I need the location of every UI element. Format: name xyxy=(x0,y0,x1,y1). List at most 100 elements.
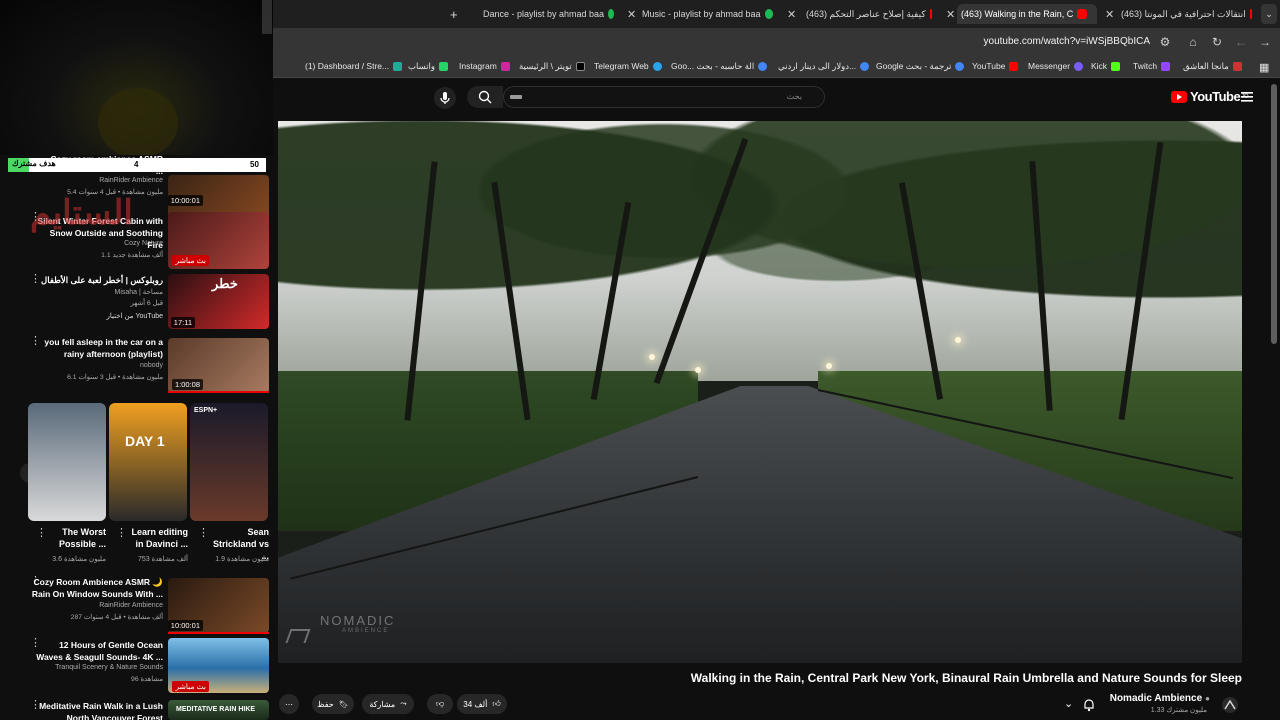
dislike-button[interactable]: 👎︎ xyxy=(427,694,453,714)
like-button[interactable]: 34 ألف 👍︎ xyxy=(457,694,507,714)
save-button[interactable]: حفظ 🔖︎ xyxy=(312,694,354,714)
search-input[interactable] xyxy=(503,86,825,108)
list-item[interactable]: ⋮ Cozy Room Ambience ASMR 🌙 Rain On Wind… xyxy=(0,576,273,636)
more-actions-button[interactable]: ⋯ xyxy=(279,694,299,714)
bookmark-item[interactable]: Goo... الة حاسبه - بحث xyxy=(671,61,768,72)
short-overlay-label: DAY 1 xyxy=(125,433,165,449)
bookmark-label: دولار الى دينار اردني... xyxy=(778,61,857,71)
chevron-down-icon[interactable]: ⌄ xyxy=(1064,697,1076,710)
duration-badge: 10:00:01 xyxy=(167,195,203,206)
bookmark-item[interactable]: Telegram Web xyxy=(594,61,662,71)
subscriber-count: 1.33 مليون مشترك xyxy=(1150,707,1207,714)
search-placeholder: بحث xyxy=(786,92,802,101)
bookmark-label: واتساب xyxy=(408,61,436,71)
bookmark-item[interactable]: Messenger xyxy=(1028,61,1084,71)
browser-tab[interactable]: (463) انتقالات احترافية في المونتا xyxy=(1121,4,1256,24)
video-watermark: NOMADIC xyxy=(320,613,396,628)
list-item[interactable]: ⋮ 12 Hours of Gentle Ocean Waves & Seagu… xyxy=(0,638,273,698)
channel-name: RainRider Ambience xyxy=(99,602,163,609)
more-vertical-icon[interactable]: ⋮ xyxy=(198,528,209,539)
channel-name[interactable]: Nomadic Ambience ● xyxy=(1110,693,1210,704)
forward-icon[interactable]: ← xyxy=(1233,34,1249,50)
close-tab-icon[interactable]: ✕ xyxy=(946,4,955,24)
close-tab-icon[interactable]: ✕ xyxy=(627,4,636,24)
bookmark-label: Messenger xyxy=(1028,61,1071,71)
more-vertical-icon[interactable]: ⋮ xyxy=(36,528,47,539)
bookmark-item[interactable]: (1) Dashboard / Stre... xyxy=(305,61,403,71)
short-thumbnail[interactable] xyxy=(28,403,106,521)
bookmark-item[interactable]: Google ترجمة - بحث xyxy=(876,61,965,72)
list-item[interactable]: ⋮ you fell asleep in the car on a rainy … xyxy=(0,336,273,396)
search-button[interactable] xyxy=(467,86,503,108)
bookmark-item[interactable]: واتساب xyxy=(408,61,449,72)
thumbnail-text: خطر xyxy=(212,276,238,291)
close-tab-icon[interactable]: ✕ xyxy=(1105,4,1114,24)
webcam-mic-stand xyxy=(262,0,272,34)
short-thumbnail[interactable]: DAY 1 xyxy=(109,403,187,521)
bookmark-label: Instagram xyxy=(459,61,497,71)
all-bookmarks-icon[interactable]: ▦ xyxy=(1259,61,1269,74)
bookmark-label: YouTube xyxy=(972,61,1006,71)
list-item[interactable]: ⋮ روبلوكس | أخطر لعبة على الأطفال Misaha… xyxy=(0,274,273,332)
bookmark-label: Twitch xyxy=(1133,61,1158,71)
bookmark-item[interactable]: Kick xyxy=(1091,61,1121,71)
keyboard-icon[interactable] xyxy=(510,95,522,99)
channel-name-text: Nomadic Ambience xyxy=(1109,693,1203,704)
bookmark-label: (1) Dashboard / Stre... xyxy=(305,61,390,71)
browser-tab[interactable]: Dance - playlist by ahmad baa xyxy=(483,4,618,24)
video-thumbnail[interactable]: MEDITATIVE RAIN HIKE xyxy=(168,700,269,720)
video-player[interactable]: NOMADIC AMBIENCE xyxy=(278,121,1242,663)
bookmark-item[interactable]: مانجا العاشق xyxy=(1183,61,1242,72)
video-title: Meditative Rain Walk in a Lush North Van… xyxy=(39,701,163,720)
tab-search-chevron-icon[interactable]: ⌄ xyxy=(1261,4,1277,24)
notification-bell-icon[interactable] xyxy=(1081,697,1097,713)
bookmark-item[interactable]: YouTube xyxy=(972,61,1019,71)
list-item[interactable]: ⋮ Meditative Rain Walk in a Lush North V… xyxy=(0,700,273,720)
voice-search-button[interactable] xyxy=(434,87,456,109)
channel-name: Tranquil Scenery & Nature Sounds xyxy=(55,664,163,671)
close-tab-icon[interactable]: ✕ xyxy=(787,4,796,24)
hamburger-menu-icon[interactable] xyxy=(1241,90,1255,102)
home-icon[interactable]: ⌂ xyxy=(1185,34,1201,50)
street-lamp xyxy=(955,337,961,343)
page-scrollbar[interactable] xyxy=(1271,84,1277,344)
bookmark-label: Google ترجمة - بحث xyxy=(876,61,952,71)
channel-name: RainRider Ambience xyxy=(99,177,163,184)
new-tab-button[interactable]: + xyxy=(450,4,468,24)
video-watermark-sub: AMBIENCE xyxy=(342,628,390,634)
duration-badge: 1:00:08 xyxy=(171,379,203,390)
bookmark-item[interactable]: Twitch xyxy=(1133,61,1171,71)
video-title: Cozy Room Ambience ASMR 🌙 Rain On Window… xyxy=(31,577,163,599)
channel-name: nobody xyxy=(140,362,163,369)
like-count: 34 ألف xyxy=(463,699,488,709)
address-bar: youtube.com/watch?v=iWSjBBQbICA ⚙ ⌂ ↻ ← … xyxy=(273,28,1280,56)
x-icon xyxy=(575,62,585,71)
bookmark-label: مانجا العاشق xyxy=(1183,61,1229,71)
bookmark-item[interactable]: تويتر \ الرئيسية xyxy=(519,61,585,72)
browser-tab[interactable]: Music - playlist by ahmad baa xyxy=(642,4,777,24)
browser-tab-active[interactable]: (463) Walking in the Rain, C xyxy=(957,4,1097,24)
browser-tab[interactable]: (463) كيفية إصلاح عناصر التحكم xyxy=(806,4,936,24)
youtube-logo[interactable]: YouTube JO xyxy=(1171,89,1249,104)
short-views: 3.6 مليون مشاهدة xyxy=(52,556,106,563)
reload-icon[interactable]: ↻ xyxy=(1209,34,1225,50)
more-vertical-icon[interactable]: ⋮ xyxy=(116,528,127,539)
bookmark-favicon-icon xyxy=(393,61,403,71)
bookmark-item[interactable]: دولار الى دينار اردني... xyxy=(778,61,870,72)
tab-title: Music - playlist by ahmad baa xyxy=(642,9,761,19)
bookmark-item[interactable]: Instagram xyxy=(459,61,510,71)
site-settings-icon[interactable]: ⚙ xyxy=(1157,34,1173,50)
channel-avatar[interactable] xyxy=(1222,697,1238,713)
street-lamp xyxy=(826,363,832,369)
share-button[interactable]: مشاركة ⤳ xyxy=(362,694,414,714)
video-title: Cozy room ambience ASMR ... xyxy=(50,154,163,176)
url-field[interactable]: youtube.com/watch?v=iWSjBBQbICA xyxy=(984,36,1150,47)
video-title: Walking in the Rain, Central Park New Yo… xyxy=(690,671,1242,685)
watch-progress xyxy=(168,632,269,634)
short-thumbnail[interactable]: ESPN+ xyxy=(190,403,268,521)
short-overlay-label: ESPN+ xyxy=(194,407,218,414)
back-icon[interactable]: → xyxy=(1257,34,1273,50)
thumbnail-text: MEDITATIVE RAIN HIKE xyxy=(176,706,256,713)
bookmarks-bar: (1) Dashboard / Stre... واتساب Instagram… xyxy=(273,56,1280,78)
street-lamp xyxy=(649,354,655,360)
